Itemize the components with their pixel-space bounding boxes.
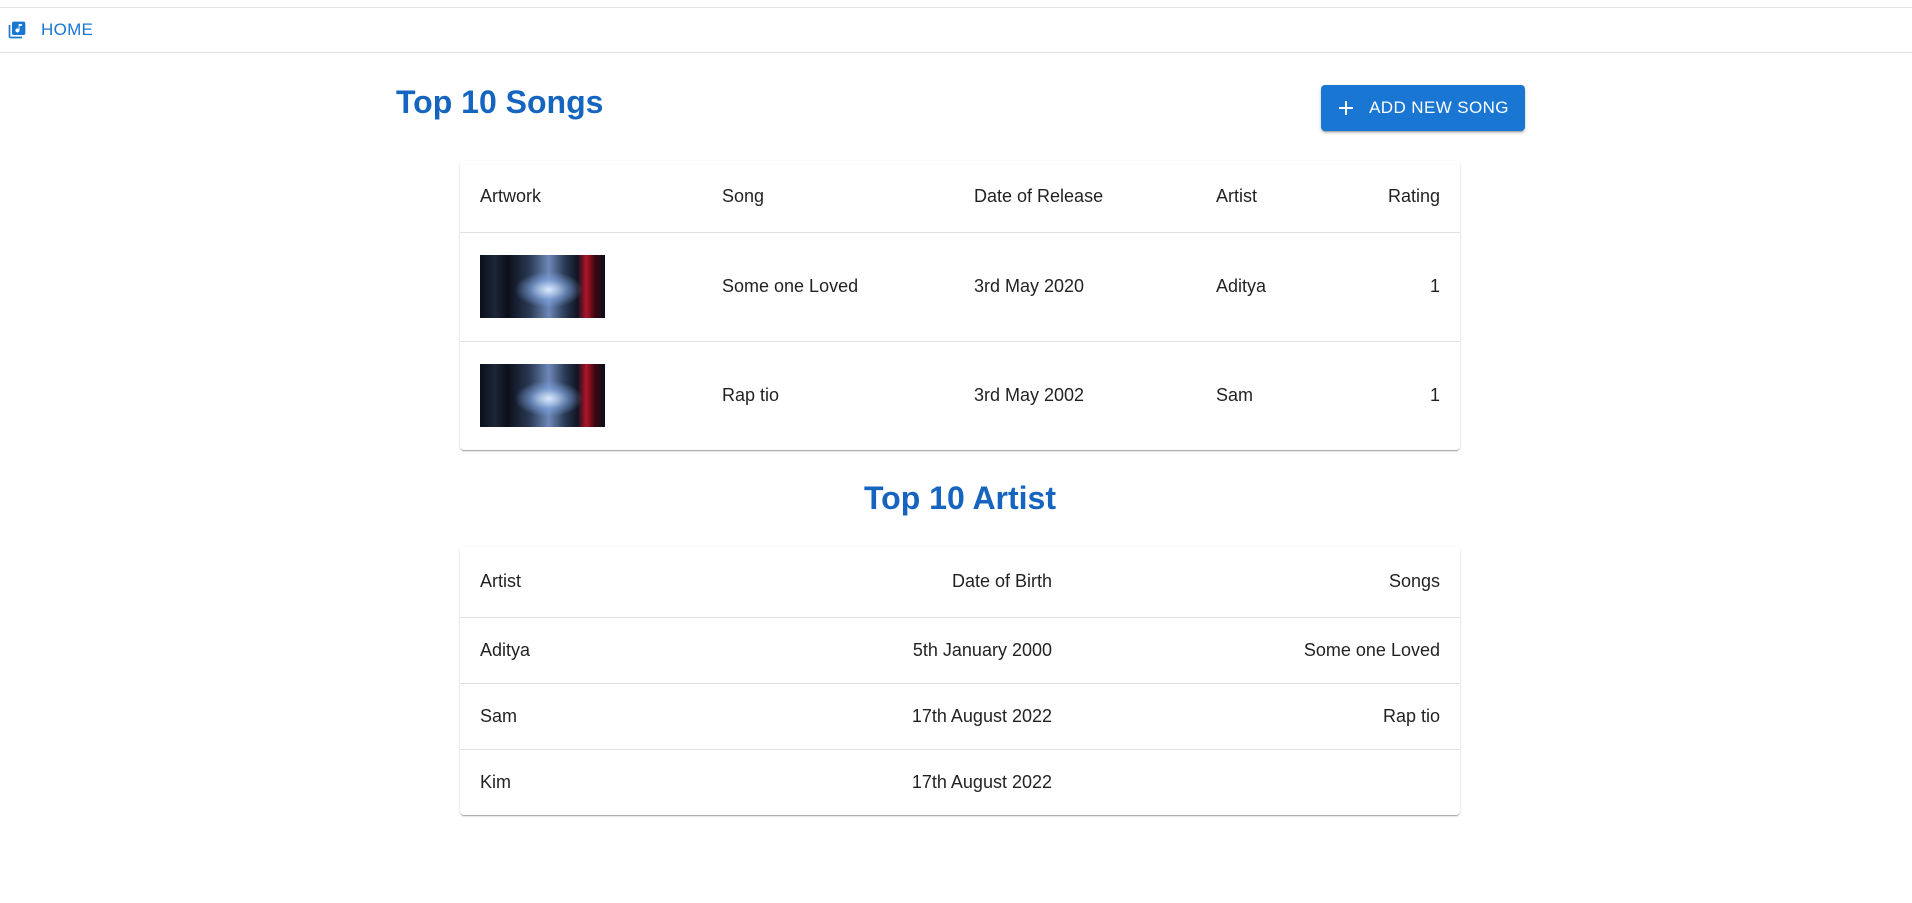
artwork-image <box>480 255 605 318</box>
artists-table-card: Artist Date of Birth Songs Aditya 5th Ja… <box>460 547 1460 815</box>
column-header-date-of-birth: Date of Birth <box>740 547 1072 618</box>
songs-cell: Rap tio <box>1072 683 1460 750</box>
column-header-artist: Artist <box>1196 161 1340 233</box>
rating-cell: 1 <box>1340 232 1460 342</box>
artist-name-cell: Kim <box>480 771 511 792</box>
songs-section-title: Top 10 Songs <box>396 84 604 120</box>
date-of-birth-cell: 17th August 2022 <box>740 683 1072 750</box>
release-date-cell: 3rd May 2020 <box>954 232 1196 342</box>
artists-table: Artist Date of Birth Songs Aditya 5th Ja… <box>460 547 1460 815</box>
rating-cell: 1 <box>1429 385 1440 406</box>
table-row: Some one Loved 3rd May 2020 Aditya 1 <box>460 232 1460 342</box>
songs-table-card: Artwork Song Date of Release Artist Rati… <box>460 161 1460 450</box>
release-date-cell: 3rd May 2002 <box>974 385 1085 406</box>
column-header-songs: Songs <box>1072 547 1460 618</box>
navbar: HOME <box>0 8 1912 53</box>
plus-icon <box>1337 99 1355 117</box>
date-of-birth-cell: 17th August 2022 <box>911 771 1052 792</box>
add-new-song-button[interactable]: ADD NEW SONG <box>1321 85 1525 131</box>
artist-name-cell: Aditya <box>460 617 740 684</box>
home-link-label: HOME <box>41 20 94 39</box>
table-row: Aditya 5th January 2000 Some one Loved <box>460 617 1460 684</box>
column-header-artist: Artist <box>460 547 740 618</box>
music-library-icon <box>7 20 27 40</box>
column-header-date-of-release: Date of Release <box>954 161 1196 233</box>
artists-section-title: Top 10 Artist <box>863 480 1056 516</box>
add-new-song-label: ADD NEW SONG <box>1369 98 1509 117</box>
songs-table-header-row: Artwork Song Date of Release Artist Rati… <box>460 161 1460 233</box>
artwork-image <box>480 364 605 428</box>
songs-cell: Some one Loved <box>1072 617 1460 684</box>
artist-name-cell: Sam <box>460 683 740 750</box>
column-header-rating: Rating <box>1340 161 1460 233</box>
songs-cell <box>1072 749 1460 815</box>
song-cell: Some one Loved <box>702 232 954 342</box>
table-row: Kim 17th August 2022 <box>460 749 1460 815</box>
home-link[interactable]: HOME <box>7 20 93 40</box>
artists-table-header-row: Artist Date of Birth Songs <box>460 547 1460 618</box>
date-of-birth-cell: 5th January 2000 <box>740 617 1072 684</box>
table-row: Rap tio 3rd May 2002 Sam 1 <box>460 341 1460 450</box>
artist-cell: Aditya <box>1196 232 1340 342</box>
artist-cell: Sam <box>1216 385 1254 406</box>
songs-table: Artwork Song Date of Release Artist Rati… <box>460 161 1460 450</box>
song-cell: Rap tio <box>722 385 780 406</box>
table-row: Sam 17th August 2022 Rap tio <box>460 683 1460 750</box>
column-header-song: Song <box>702 161 954 233</box>
artwork-cell <box>460 341 702 450</box>
column-header-artwork: Artwork <box>460 161 702 233</box>
artwork-cell <box>460 232 702 342</box>
